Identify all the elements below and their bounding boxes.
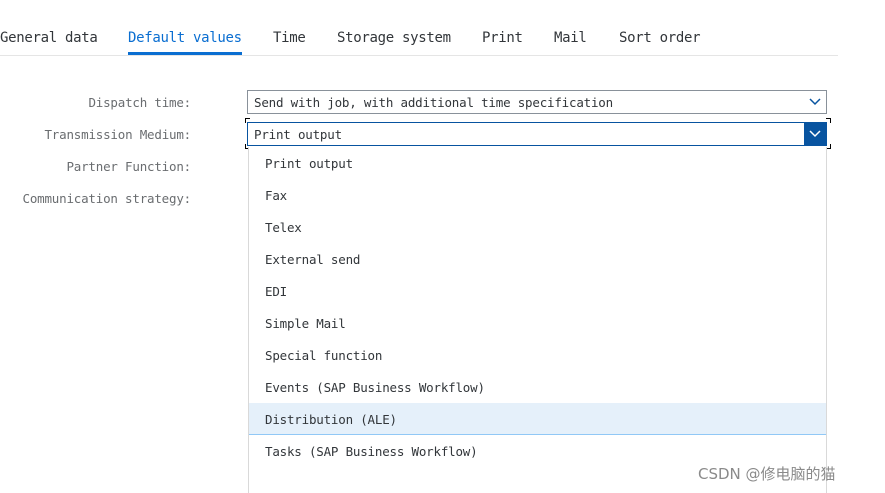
tab-default-values[interactable]: Default values [128,30,242,55]
tab-bar: General data Default values Time Storage… [0,0,838,56]
focus-corner [245,118,250,123]
transmission-medium-select[interactable]: Print output [247,122,827,146]
dropdown-option[interactable]: Print output [249,147,826,179]
dropdown-option[interactable]: Special function [249,339,826,371]
communication-strategy-label: Communication strategy: [22,191,192,206]
tab-sort-order[interactable]: Sort order [619,30,701,54]
tab-general-data[interactable]: General data [0,30,98,54]
dispatch-time-label: Dispatch time: [88,95,191,110]
chevron-down-icon[interactable] [804,91,826,113]
dropdown-option[interactable]: External send [249,243,826,275]
transmission-medium-dropdown: Print output Fax Telex External send EDI… [248,147,827,493]
partner-function-label: Partner Function: [66,159,191,174]
dropdown-option[interactable]: Events (SAP Business Workflow) [249,371,826,403]
chevron-down-icon[interactable] [804,123,826,145]
dropdown-option-highlighted[interactable]: Distribution (ALE) [249,403,826,435]
right-gutter [838,0,885,493]
transmission-medium-value: Print output [254,127,342,142]
dispatch-time-value: Send with job, with additional time spec… [254,95,613,110]
dropdown-option[interactable]: Telex [249,211,826,243]
dropdown-option[interactable]: EDI [249,275,826,307]
tab-storage-system[interactable]: Storage system [337,30,451,54]
form-panel: General data Default values Time Storage… [0,0,838,493]
tab-time[interactable]: Time [273,30,306,54]
dropdown-option[interactable]: Simple Mail [249,307,826,339]
tab-mail[interactable]: Mail [554,30,587,54]
tab-print[interactable]: Print [482,30,523,54]
dropdown-option[interactable]: Fax [249,179,826,211]
watermark: CSDN @修电脑的猫 [698,465,836,483]
focus-corner [826,118,831,123]
transmission-medium-label: Transmission Medium: [44,127,191,142]
dispatch-time-select[interactable]: Send with job, with additional time spec… [247,90,827,114]
